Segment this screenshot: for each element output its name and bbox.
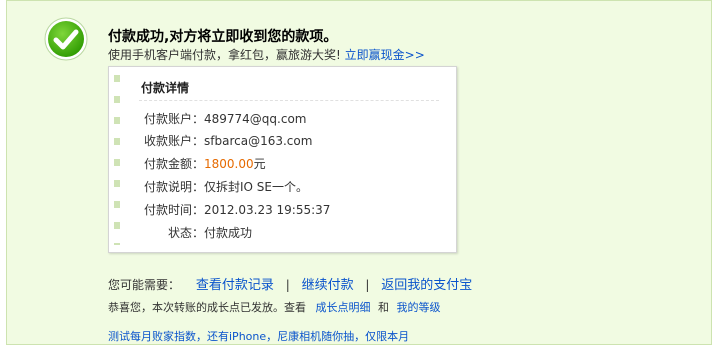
detail-row-note: 付款说明：仅拆封IO SE一个。 <box>109 178 308 195</box>
promo-subtitle: 使用手机客户端付款，拿红包，赢旅游大奖! 立即赢现金>> <box>108 46 425 63</box>
detail-row-amount: 付款金额：1800.00元 <box>109 155 266 172</box>
status-value: 付款成功 <box>204 226 253 240</box>
continue-pay-link[interactable]: 继续付款 <box>302 278 354 293</box>
growth-notice: 恭喜您，本次转账的成长点已发放。查看 成长点明细 和 我的等级 <box>108 299 441 315</box>
check-circle-icon <box>44 17 88 61</box>
next-actions: 您可能需要： 查看付款记录 | 继续付款 | 返回我的支付宝 <box>108 274 472 293</box>
payment-details-card: 付款详情 付款账户：489774@qq.com 收款账户：sfbarca@163… <box>108 66 457 253</box>
detail-row-time: 付款时间：2012.03.23 19:55:37 <box>109 201 330 218</box>
link-divider: | <box>285 278 290 292</box>
detail-label: 状态： <box>167 226 204 240</box>
detail-label: 付款金额： <box>143 157 204 171</box>
growth-detail-link[interactable]: 成长点明细 <box>316 301 371 314</box>
divider <box>139 100 439 101</box>
details-title: 付款详情 <box>141 81 190 95</box>
win-cash-link[interactable]: 立即赢现金>> <box>345 48 425 62</box>
growth-text: 恭喜您，本次转账的成长点已发放。查看 <box>108 301 306 314</box>
detail-label: 付款时间： <box>143 203 204 217</box>
back-alipay-link[interactable]: 返回我的支付宝 <box>381 278 472 293</box>
subtitle-text: 使用手机客户端付款，拿红包，赢旅游大奖! <box>108 48 341 62</box>
detail-value: sfbarca@163.com <box>204 134 313 148</box>
detail-value: 2012.03.23 19:55:37 <box>204 203 331 217</box>
detail-label: 收款账户： <box>143 134 204 148</box>
detail-row-status: 状态：付款成功 <box>109 224 252 241</box>
amount-unit: 元 <box>253 157 266 171</box>
link-divider: | <box>365 278 370 292</box>
detail-value: 489774@qq.com <box>204 112 307 126</box>
detail-row-payer: 付款账户：489774@qq.com <box>109 110 307 127</box>
detail-label: 付款说明： <box>143 180 204 194</box>
promo-link[interactable]: 测试每月败家指数，还有iPhone，尼康相机随你抽，仅限本月 <box>108 330 409 343</box>
view-records-link[interactable]: 查看付款记录 <box>196 278 274 293</box>
growth-and: 和 <box>378 301 389 314</box>
detail-row-payee: 收款账户：sfbarca@163.com <box>109 132 312 149</box>
promo-line: 测试每月败家指数，还有iPhone，尼康相机随你抽，仅限本月 <box>108 328 409 344</box>
detail-label: 付款账户： <box>143 112 204 126</box>
my-level-link[interactable]: 我的等级 <box>397 301 441 314</box>
amount-value: 1800.00 <box>204 157 254 171</box>
detail-value: 仅拆封IO SE一个。 <box>204 180 308 194</box>
page-title: 付款成功,对方将立即收到您的款项。 <box>108 29 338 45</box>
next-actions-prefix: 您可能需要： <box>108 278 181 292</box>
